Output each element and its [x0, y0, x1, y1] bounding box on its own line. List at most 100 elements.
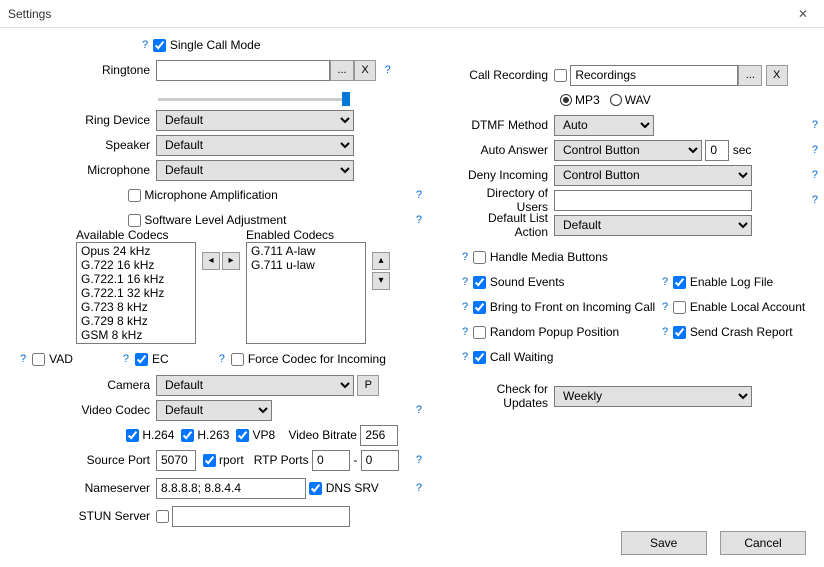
available-codecs-listbox[interactable]: Opus 24 kHz G.722 16 kHz G.722.1 16 kHz …	[76, 242, 196, 344]
help-icon[interactable]: ?	[121, 353, 131, 365]
help-icon[interactable]: ?	[383, 64, 393, 76]
check-updates-select[interactable]: Weekly	[554, 386, 752, 407]
vp8-checkbox[interactable]	[236, 429, 249, 442]
call-waiting-checkbox[interactable]	[473, 351, 486, 364]
bring-front-checkbox[interactable]	[473, 301, 486, 314]
vad-checkbox[interactable]	[32, 353, 45, 366]
def-list-select[interactable]: Default	[554, 215, 752, 236]
list-item[interactable]: G.729 8 kHz	[78, 314, 194, 328]
ringtone-volume-slider[interactable]	[158, 98, 350, 101]
dir-users-input[interactable]	[554, 190, 752, 211]
list-item[interactable]: G.722.1 32 kHz	[78, 286, 194, 300]
help-icon[interactable]: ?	[810, 169, 820, 181]
list-item[interactable]: G.722 16 kHz	[78, 258, 194, 272]
single-call-mode-checkbox[interactable]	[153, 39, 166, 52]
force-codec-label: Force Codec for Incoming	[248, 352, 386, 366]
help-icon[interactable]: ?	[460, 301, 470, 313]
sw-level-checkbox[interactable]	[128, 214, 141, 227]
auto-answer-delay-input[interactable]	[705, 140, 729, 161]
dnssrv-checkbox[interactable]	[309, 482, 322, 495]
cancel-button[interactable]: Cancel	[720, 531, 806, 555]
h264-checkbox[interactable]	[126, 429, 139, 442]
ringtone-browse-button[interactable]: ...	[330, 60, 354, 81]
help-icon[interactable]: ?	[660, 276, 670, 288]
list-item[interactable]: G.722.1 16 kHz	[78, 272, 194, 286]
enabled-codecs-listbox[interactable]: G.711 A-law G.711 u-law	[246, 242, 366, 344]
help-icon[interactable]: ?	[810, 119, 820, 131]
help-icon[interactable]: ?	[18, 353, 28, 365]
list-item[interactable]: G.711 A-law	[248, 244, 364, 258]
camera-select[interactable]: Default	[156, 375, 354, 396]
ring-device-select[interactable]: Default	[156, 110, 354, 131]
video-codec-select[interactable]: Default	[156, 400, 272, 421]
speaker-select[interactable]: Default	[156, 135, 354, 156]
ec-checkbox[interactable]	[135, 353, 148, 366]
stun-input[interactable]	[172, 506, 350, 527]
random-popup-checkbox[interactable]	[473, 326, 486, 339]
force-codec-checkbox[interactable]	[231, 353, 244, 366]
sound-events-checkbox[interactable]	[473, 276, 486, 289]
help-icon[interactable]: ?	[414, 214, 424, 226]
help-icon[interactable]: ?	[460, 326, 470, 338]
sound-events-label: Sound Events	[490, 275, 565, 289]
list-item[interactable]: Opus 24 kHz	[78, 244, 194, 258]
help-icon[interactable]: ?	[414, 454, 424, 466]
enable-local-checkbox[interactable]	[673, 301, 686, 314]
send-crash-checkbox[interactable]	[673, 326, 686, 339]
enable-log-checkbox[interactable]	[673, 276, 686, 289]
call-recording-input[interactable]	[570, 65, 738, 86]
help-icon[interactable]: ?	[810, 144, 820, 156]
dtmf-select[interactable]: Auto	[554, 115, 654, 136]
list-item[interactable]: G.723 8 kHz	[78, 300, 194, 314]
microphone-select[interactable]: Default	[156, 160, 354, 181]
rtp-port-to-input[interactable]	[361, 450, 399, 471]
video-bitrate-input[interactable]	[360, 425, 398, 446]
help-icon[interactable]: ?	[460, 251, 470, 263]
send-crash-label: Send Crash Report	[690, 325, 793, 339]
ringtone-clear-button[interactable]: X	[354, 60, 376, 81]
deny-incoming-select[interactable]: Control Button	[554, 165, 752, 186]
call-recording-label: Call Recording	[460, 68, 554, 82]
list-item[interactable]: GSM 8 kHz	[78, 328, 194, 342]
help-icon[interactable]: ?	[217, 353, 227, 365]
wav-radio[interactable]	[610, 94, 622, 106]
wav-label: WAV	[625, 93, 651, 107]
handle-media-label: Handle Media Buttons	[490, 250, 608, 264]
auto-answer-select[interactable]: Control Button	[554, 140, 702, 161]
enabled-codecs-label: Enabled Codecs	[246, 228, 366, 242]
nameserver-input[interactable]	[156, 478, 306, 499]
rtp-port-from-input[interactable]	[312, 450, 350, 471]
handle-media-checkbox[interactable]	[473, 251, 486, 264]
codec-down-button[interactable]: ▾	[372, 272, 390, 290]
help-icon[interactable]: ?	[414, 482, 424, 494]
help-icon[interactable]: ?	[414, 189, 424, 201]
help-icon[interactable]: ?	[460, 276, 470, 288]
stun-checkbox[interactable]	[156, 510, 169, 523]
help-icon[interactable]: ?	[810, 194, 820, 206]
mp3-radio[interactable]	[560, 94, 572, 106]
codec-remove-button[interactable]: ◂	[202, 252, 220, 270]
codec-add-button[interactable]: ▸	[222, 252, 240, 270]
recording-browse-button[interactable]: ...	[738, 65, 762, 86]
mic-amp-checkbox[interactable]	[128, 189, 141, 202]
available-codecs-label: Available Codecs	[76, 228, 196, 242]
codec-up-button[interactable]: ▴	[372, 252, 390, 270]
h263-checkbox[interactable]	[181, 429, 194, 442]
help-icon[interactable]: ?	[414, 404, 424, 416]
check-updates-label: Check for Updates	[460, 382, 554, 410]
help-icon[interactable]: ?	[660, 326, 670, 338]
rport-checkbox[interactable]	[203, 454, 216, 467]
dtmf-label: DTMF Method	[460, 118, 554, 132]
source-port-input[interactable]	[156, 450, 196, 471]
close-icon[interactable]: ✕	[790, 5, 816, 23]
save-button[interactable]: Save	[621, 531, 707, 555]
ringtone-input[interactable]	[156, 60, 330, 81]
help-icon[interactable]: ?	[140, 39, 150, 51]
call-waiting-label: Call Waiting	[490, 350, 554, 364]
call-recording-checkbox[interactable]	[554, 69, 567, 82]
help-icon[interactable]: ?	[460, 351, 470, 363]
help-icon[interactable]: ?	[660, 301, 670, 313]
recording-clear-button[interactable]: X	[766, 65, 788, 86]
camera-preview-button[interactable]: P	[357, 375, 379, 396]
list-item[interactable]: G.711 u-law	[248, 258, 364, 272]
